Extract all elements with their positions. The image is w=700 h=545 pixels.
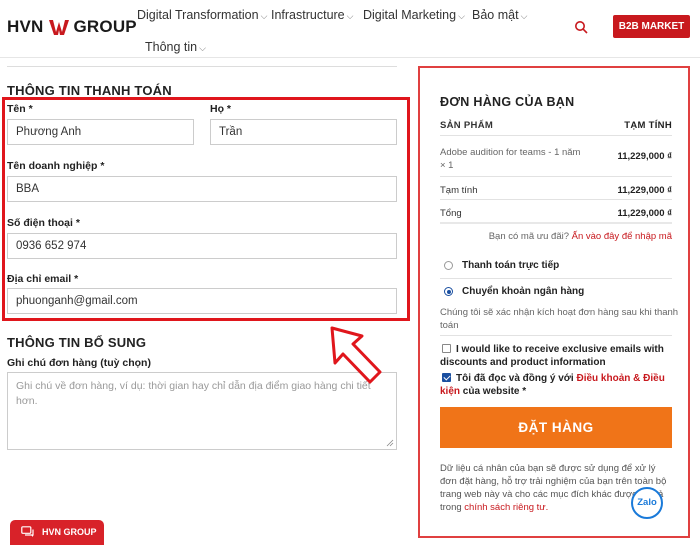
chat-bubble-icon [21,526,34,537]
pay-bank-label[interactable]: Chuyển khoản ngân hàng [462,286,584,297]
nav-item-infrastructure[interactable]: Infrastructure ⌵ [271,8,353,22]
nav-item-bao-mat[interactable]: Bảo mật ⌵ [472,8,527,22]
pay-direct-label[interactable]: Thanh toán trực tiếp [462,260,559,271]
chevron-down-icon: ⌵ [260,11,268,21]
divider [7,66,397,67]
resize-handle-icon[interactable] [386,439,394,447]
notes-placeholder: Ghi chú về đơn hàng, ví dụ: thời gian ha… [16,380,371,407]
total-label: Tổng [440,208,462,219]
subtotal-value: 11,229,000 ₫ [617,185,672,196]
logo-mark-icon [48,20,69,35]
divider [440,278,672,279]
chevron-down-icon: ⌵ [199,43,206,53]
nav-label: Digital Transformation [137,8,259,22]
nav-label: Infrastructure [271,8,345,22]
last-name-label: Họ * [210,103,231,115]
site-header: HVN GROUP Digital Transformation ⌵ Infras… [0,0,700,58]
extra-info-title: THÔNG TIN BỔ SUNG [7,335,147,350]
billing-title: THÔNG TIN THANH TOÁN [7,83,172,98]
first-name-label: Tên * [7,103,33,115]
divider [440,199,672,200]
phone-label: Số điện thoại * [7,217,80,229]
b2b-market-button[interactable]: B2B MARKET [613,15,690,38]
order-summary: ĐƠN HÀNG CỦA BẠN SẢN PHẨM TẠM TÍNH Adobe… [418,66,690,538]
newsletter-label[interactable]: I would like to receive exclusive emails… [440,343,672,369]
nav-item-digital-transformation[interactable]: Digital Transformation ⌵ [137,8,267,22]
first-name-field[interactable]: Phương Anh [7,119,194,145]
chevron-down-icon: ⌵ [458,11,465,21]
total-value: 11,229,000 ₫ [617,208,672,219]
total-row: Tổng 11,229,000 ₫ [440,208,672,219]
nav-label: Bảo mật [472,8,519,22]
email-label: Địa chỉ email * [7,273,79,285]
hvn-chat-button[interactable]: HVN GROUP [10,520,104,545]
company-field[interactable]: BBA [7,176,397,202]
subtotal-label: Tạm tính [440,185,478,196]
phone-field[interactable]: 0936 652 974 [7,233,397,259]
col-product: SẢN PHẨM [440,120,494,131]
nav-item-digital-marketing[interactable]: Digital Marketing ⌵ [363,8,465,22]
pay-bank-radio[interactable] [444,287,453,296]
coupon-link[interactable]: Ấn vào đây để nhập mã [572,231,672,242]
coupon-text: Bạn có mã ưu đãi? [488,231,569,242]
logo-text-right: GROUP [73,17,137,36]
item-price: 11,229,000 ₫ [617,151,672,162]
privacy-link[interactable]: chính sách riêng tư. [464,502,548,513]
terms-label[interactable]: Tôi đã đọc và đồng ý với Điều khoản & Đi… [440,372,672,398]
terms-suffix: của website * [462,386,527,397]
order-table-header: SẢN PHẨM TẠM TÍNH [440,120,672,131]
chevron-down-icon: ⌵ [520,11,528,21]
nav-label: Digital Marketing [363,8,457,22]
nav-item-thong-tin[interactable]: Thông tin ⌵ [145,40,206,54]
pay-bank-note: Chúng tôi sẽ xác nhận kích hoạt đơn hàng… [440,307,679,331]
divider [440,335,672,336]
pointer-arrow-icon [330,326,382,384]
coupon-prompt: Bạn có mã ưu đãi? Ấn vào đây để nhập mã [440,231,672,242]
logo-text-left: HVN [7,17,44,36]
company-label: Tên doanh nghiệp * [7,160,105,172]
order-title: ĐƠN HÀNG CỦA BẠN [440,95,575,109]
logo[interactable]: HVN GROUP [7,17,137,37]
email-field[interactable]: phuonganh@gmail.com [7,288,397,314]
pay-direct-radio[interactable] [444,261,453,270]
divider [440,222,672,224]
terms-prefix: Tôi đã đọc và đồng ý với [456,373,574,384]
zalo-chat-button[interactable]: Zalo [631,487,663,519]
divider [440,135,672,136]
subtotal-row: Tạm tính 11,229,000 ₫ [440,185,672,196]
nav-label: Thông tin [145,40,198,54]
chevron-down-icon: ⌵ [346,11,354,21]
notes-label: Ghi chú đơn hàng (tuỳ chọn) [7,357,151,369]
chat-label: HVN GROUP [42,527,97,537]
item-qty: × 1 [440,160,454,171]
divider [440,176,672,177]
search-icon[interactable] [574,20,588,34]
item-name: Adobe audition for teams - 1 năm [440,147,581,158]
col-subtotal: TẠM TÍNH [624,120,672,131]
place-order-button[interactable]: ĐẶT HÀNG [440,407,672,448]
order-item-row: Adobe audition for teams - 1 năm × 1 11,… [440,146,672,172]
last-name-field[interactable]: Trần [210,119,397,145]
